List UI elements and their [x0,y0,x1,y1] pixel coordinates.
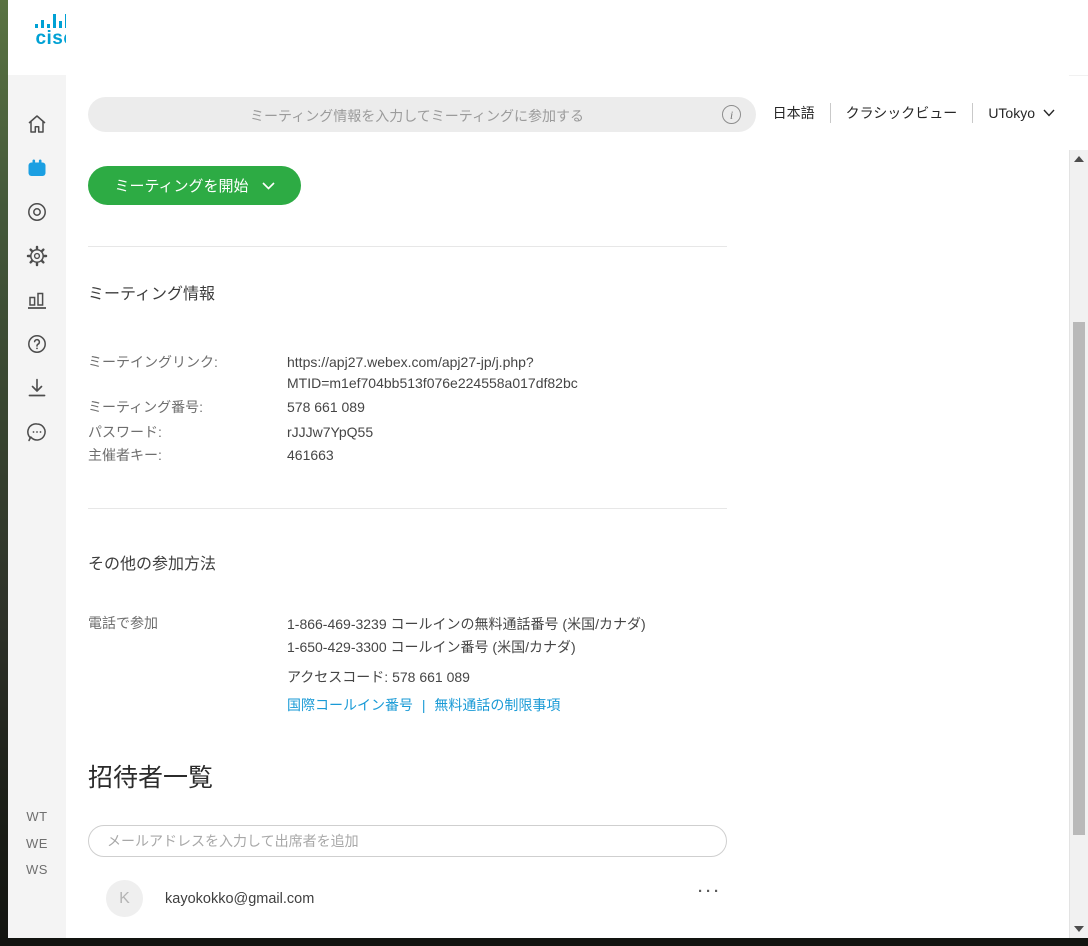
invitee-more-options-icon[interactable]: ··· [698,883,722,900]
workspace-label-ws[interactable]: WS [8,862,66,877]
webex-app-window: cisco Webex [8,0,1088,938]
meeting-link-label: ミーテイングリンク: [88,352,218,372]
help-icon[interactable] [25,332,49,356]
global-callin-link[interactable]: 国際コールイン番号 [287,697,413,713]
join-methods-heading: その他の参加方法 [88,550,216,574]
avatar-initial: K [119,890,130,908]
start-meeting-button[interactable]: ミーティングを開始 [88,166,301,205]
link-separator: | [422,697,426,713]
vertical-scrollbar[interactable] [1069,150,1088,938]
invitee-avatar: K [106,880,143,917]
join-by-phone-label: 電話で参加 [88,613,158,633]
invitees-heading: 招待者一覧 [88,758,213,794]
access-code: アクセスコード: 578 661 089 [287,667,470,688]
classic-view-link[interactable]: クラシックビュー [846,103,958,123]
password-label: パスワード: [88,422,162,442]
meeting-link-value: https://apj27.webex.com/apj27-jp/j.php? … [287,352,578,394]
meeting-info-heading: ミーティング情報 [88,280,215,304]
divider [88,246,727,247]
chevron-down-icon [1043,109,1055,117]
language-link[interactable]: 日本語 [773,103,815,123]
sidebar: WT WE WS [8,75,66,938]
settings-gear-icon[interactable] [25,244,49,268]
host-key-label: 主催者キー: [88,445,162,465]
home-icon[interactable] [25,112,49,136]
divider [830,103,831,123]
insights-chart-icon[interactable] [25,287,49,311]
workspace-label-we[interactable]: WE [8,836,66,851]
topbar: i 日本語 クラシックビュー UTokyo [66,75,1069,151]
page-body: ミーティングを開始 ミーティング情報 ミーテイングリンク: https://ap… [66,150,1069,938]
account-menu[interactable]: UTokyo [988,105,1055,121]
feedback-chat-icon[interactable] [25,420,49,444]
password-value: rJJJw7YpQ55 [287,422,373,443]
scroll-up-arrow[interactable] [1070,150,1088,167]
phone-links: 国際コールイン番号 | 無料通話の制限事項 [287,695,560,716]
chevron-down-icon [262,182,275,190]
meetings-calendar-icon[interactable] [25,156,49,180]
workspace-label-wt[interactable]: WT [8,809,66,824]
info-icon[interactable]: i [722,105,741,124]
meeting-link-line1: https://apj27.webex.com/apj27-jp/j.php? [287,352,578,373]
scrollbar-thumb[interactable] [1073,322,1085,835]
phone-callin-line: 1-650-429-3300 コールイン番号 (米国/カナダ) [287,636,646,659]
phone-numbers: 1-866-469-3239 コールインの無料通話番号 (米国/カナダ) 1-6… [287,613,646,659]
host-key-value: 461663 [287,445,334,466]
search-input[interactable] [128,97,706,134]
add-attendee-input[interactable] [88,825,727,857]
divider [972,103,973,123]
start-meeting-label: ミーティングを開始 [114,175,248,196]
meeting-number-value: 578 661 089 [287,397,365,418]
meeting-number-label: ミーティング番号: [88,397,203,417]
phone-tollfree-line: 1-866-469-3239 コールインの無料通話番号 (米国/カナダ) [287,613,646,636]
main-content: i 日本語 クラシックビュー UTokyo ミーティングを開始 [66,0,1069,938]
tollfree-restrictions-link[interactable]: 無料通話の制限事項 [434,697,560,713]
invitee-email: kayokokko@gmail.com [165,891,314,907]
account-name: UTokyo [988,105,1035,121]
divider [88,508,727,509]
recordings-icon[interactable] [25,200,49,224]
meeting-link-line2: MTID=m1ef704bb513f076e224558a017df82bc [287,373,578,394]
join-meeting-search[interactable]: i [88,97,756,132]
scroll-down-arrow[interactable] [1070,921,1088,938]
downloads-icon[interactable] [25,376,49,400]
topbar-links: 日本語 クラシックビュー UTokyo [773,75,1055,150]
